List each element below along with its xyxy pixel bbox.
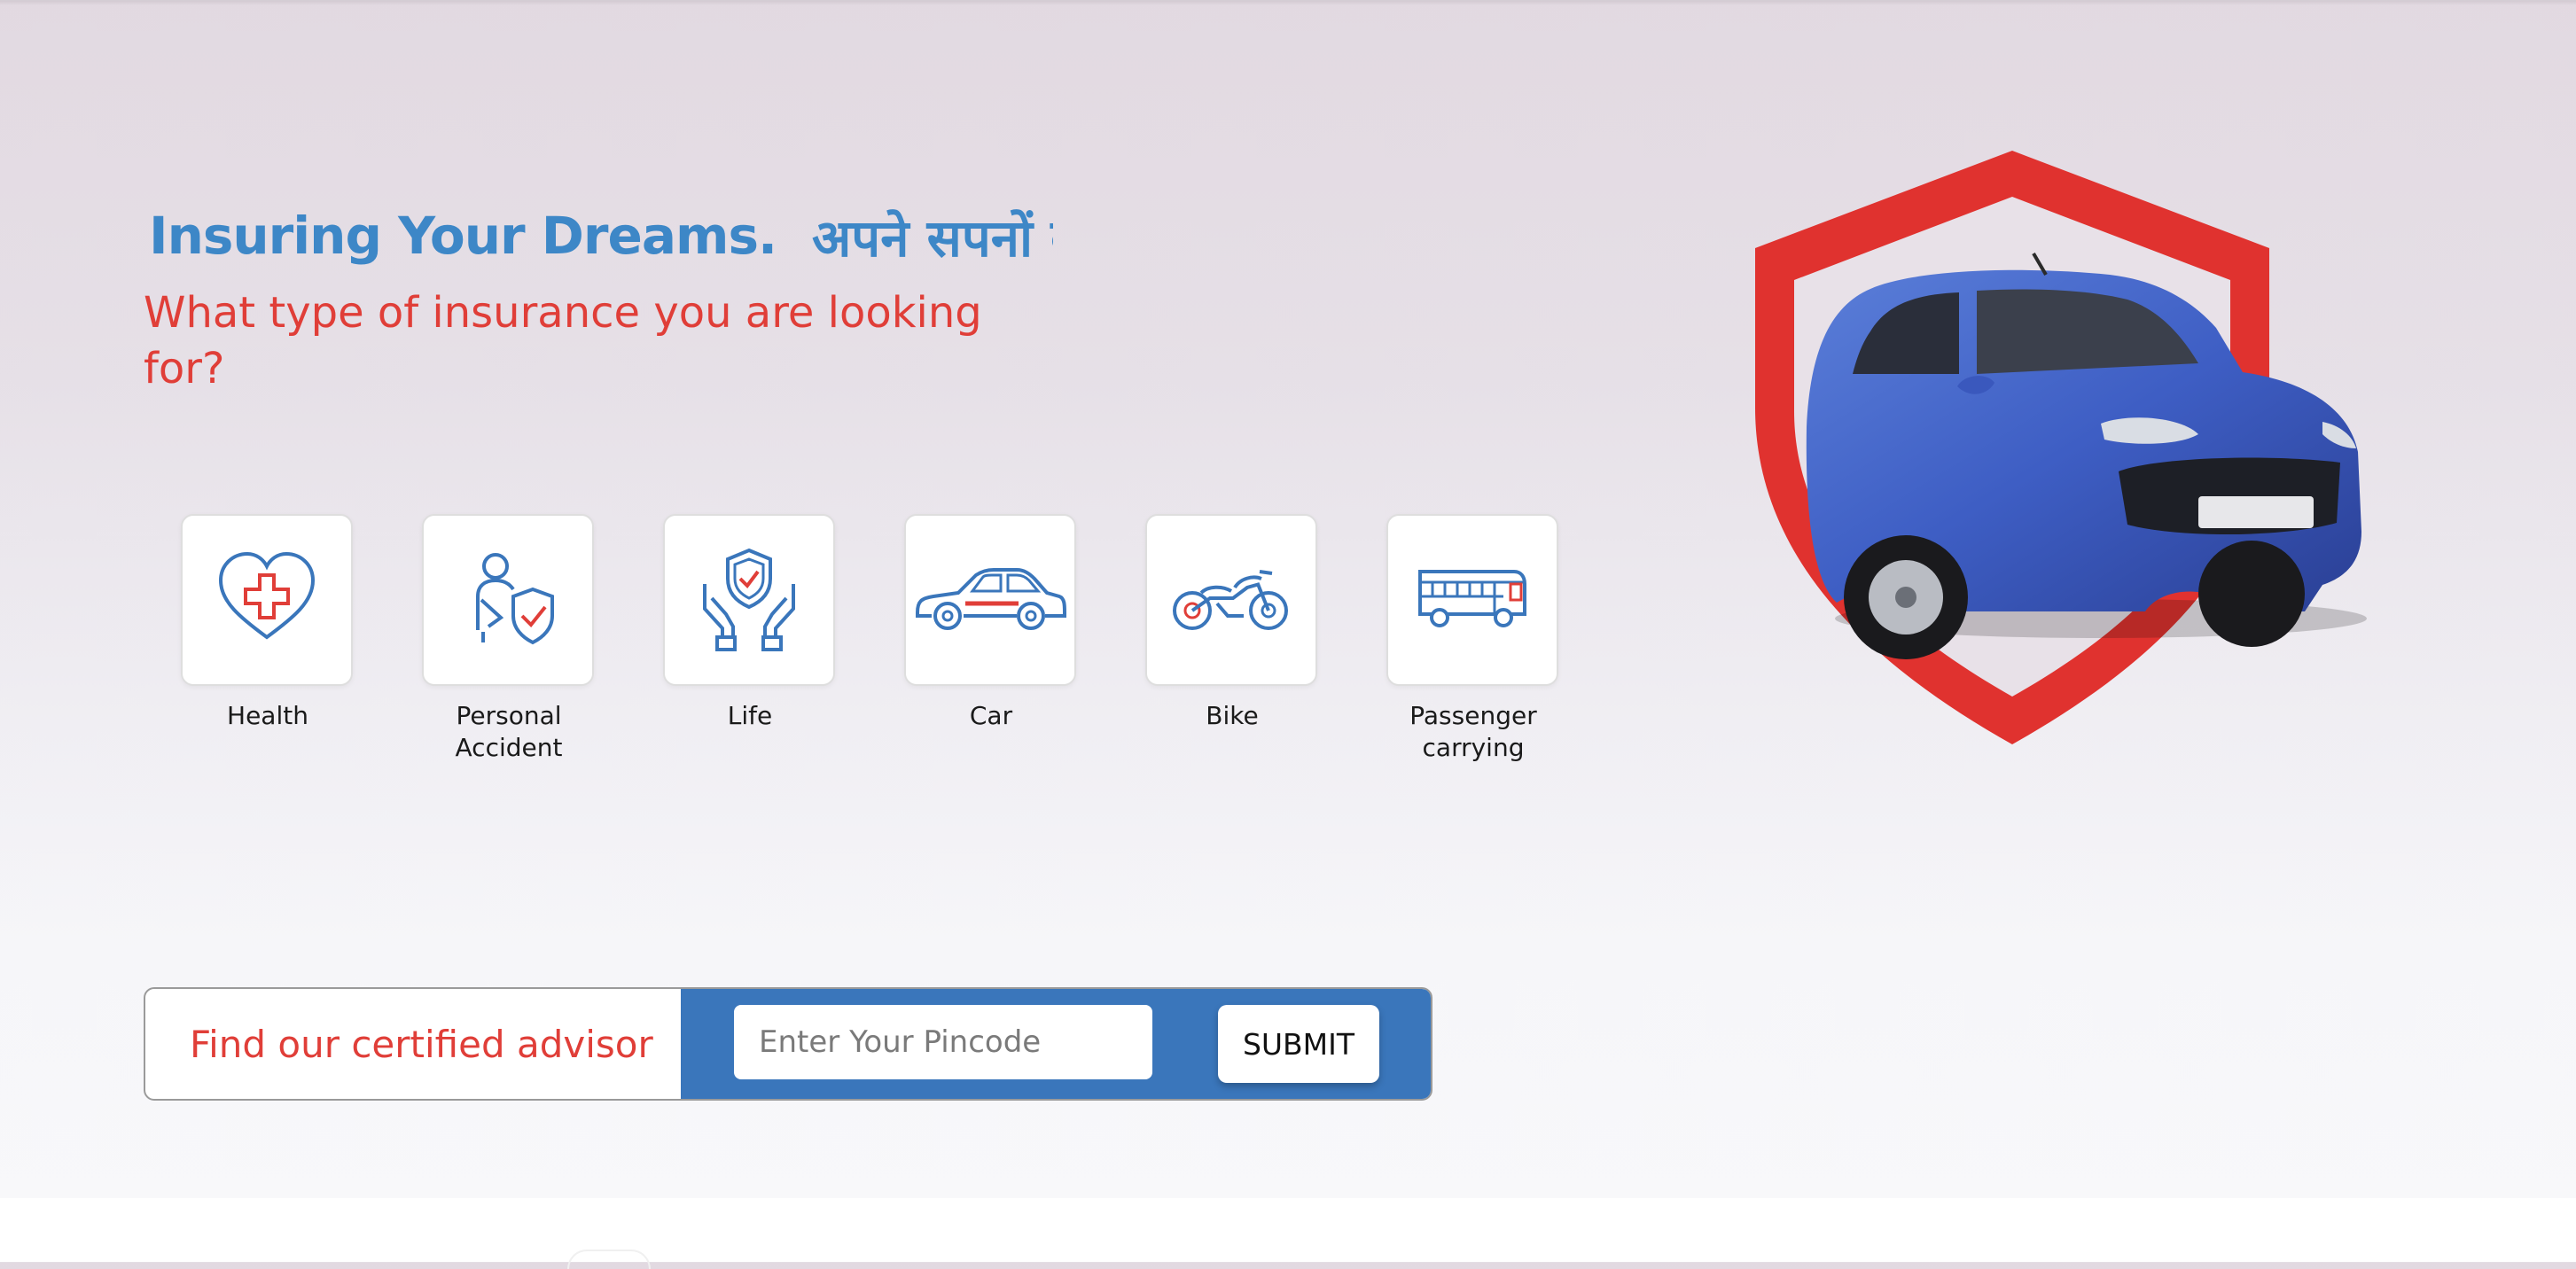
category-label-passenger-carrying: Passenger carrying (1409, 701, 1537, 762)
category-label-life: Life (727, 701, 773, 730)
category-bike[interactable]: Bike (1145, 514, 1319, 732)
hands-shield-icon (696, 545, 802, 655)
headline-hindi-marquee: अपने सपनों का बीमा (812, 207, 1053, 269)
bike-icon (1169, 563, 1293, 637)
insurance-type-question: What type of insurance you are looking f… (144, 288, 982, 393)
hero-headline: Insuring Your Dreams. अपने सपनों का बीमा (149, 193, 1053, 278)
category-card-health[interactable] (181, 514, 353, 686)
category-card-personal-accident[interactable] (422, 514, 594, 686)
category-passenger-carrying[interactable]: Passenger carrying (1386, 514, 1560, 764)
submit-button[interactable]: SUBMIT (1218, 1005, 1379, 1083)
category-label-car: Car (969, 701, 1013, 730)
section-divider (567, 1250, 651, 1269)
pincode-form: SUBMIT (681, 989, 1431, 1099)
category-card-life[interactable] (663, 514, 835, 686)
category-label-health: Health (227, 701, 308, 730)
heart-cross-icon (214, 545, 320, 655)
headline-english: Insuring Your Dreams. (149, 206, 777, 266)
car-shield-illustration (1737, 142, 2411, 762)
category-health[interactable]: Health (181, 514, 355, 732)
person-shield-icon (455, 545, 561, 655)
category-life[interactable]: Life (663, 514, 837, 732)
advisor-search-bar: Find our certified advisor SUBMIT (144, 987, 1432, 1101)
next-section (0, 1198, 2576, 1269)
hero-section: Insuring Your Dreams. अपने सपनों का बीमा… (0, 0, 2576, 1198)
category-label-bike: Bike (1206, 701, 1259, 730)
shield-icon (1755, 151, 2367, 744)
category-personal-accident[interactable]: Personal Accident (422, 514, 596, 764)
advisor-label: Find our certified advisor (190, 1022, 653, 1066)
category-car[interactable]: Car (904, 514, 1078, 732)
pincode-input[interactable] (734, 1005, 1152, 1079)
car-image (1806, 252, 2361, 659)
category-card-bike[interactable] (1145, 514, 1317, 686)
category-card-car[interactable] (904, 514, 1076, 686)
car-icon (912, 563, 1068, 637)
category-card-passenger-carrying[interactable] (1386, 514, 1558, 686)
category-label-personal-accident: Personal Accident (455, 701, 563, 762)
bus-icon (1415, 564, 1530, 635)
